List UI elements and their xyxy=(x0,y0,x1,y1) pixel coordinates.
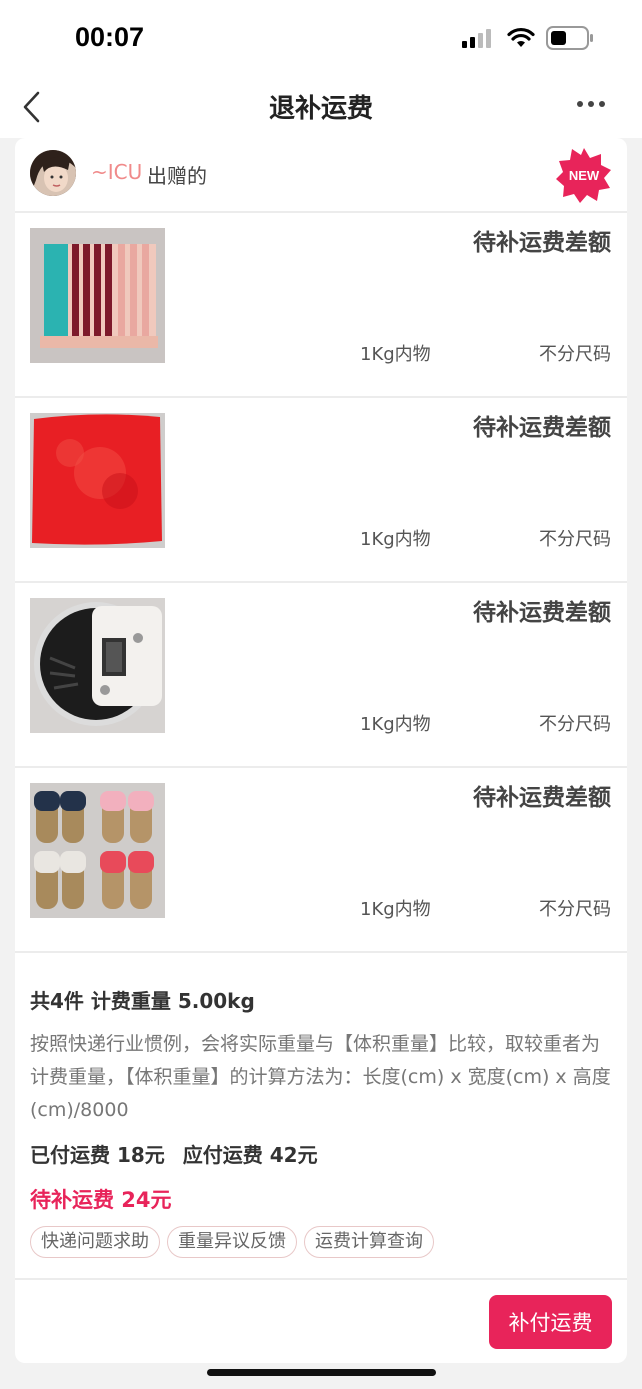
new-badge-label: NEW xyxy=(569,168,600,183)
more-icon[interactable] xyxy=(576,98,606,110)
seller-suffix: 出赠的 xyxy=(147,164,207,188)
status-time: 00:07 xyxy=(75,22,145,52)
signal-icon xyxy=(462,29,491,48)
list-item[interactable]: 待补运费差额 1Kg内物 不分尺码 xyxy=(15,768,627,953)
avatar[interactable] xyxy=(30,150,76,196)
fee-summary: 共4件 计费重量 5.00kg 按照快递行业惯例，会将实际重量与【体积重量】比较… xyxy=(30,983,612,1214)
nav-bar: 退补运费 xyxy=(0,76,642,138)
page-title: 退补运费 xyxy=(268,94,373,124)
item-weight: 1Kg内物 xyxy=(360,529,431,550)
chip-fee-calculator[interactable]: 运费计算查询 xyxy=(304,1226,434,1258)
chip-courier-help[interactable]: 快递问题求助 xyxy=(30,1226,160,1258)
paid-fee: 已付运费 18元 xyxy=(30,1143,165,1167)
help-chips: 快递问题求助 重量异议反馈 运费计算查询 xyxy=(30,1226,441,1258)
pending-fee: 待补运费 24元 xyxy=(30,1188,172,1212)
item-size: 不分尺码 xyxy=(539,529,611,550)
due-fee: 应付运费 42元 xyxy=(182,1143,318,1167)
item-image-rug[interactable] xyxy=(30,228,165,363)
count-weight: 共4件 计费重量 5.00kg xyxy=(30,989,255,1013)
item-status: 待补运费差额 xyxy=(473,600,611,626)
item-weight: 1Kg内物 xyxy=(360,899,431,920)
home-indicator[interactable] xyxy=(207,1369,436,1376)
divider xyxy=(15,1278,627,1280)
weight-explanation: 按照快递行业惯例，会将实际重量与【体积重量】比较，取较重者为计费重量，【体积重量… xyxy=(30,1033,611,1121)
item-image-cushion[interactable] xyxy=(30,413,165,548)
chip-weight-dispute[interactable]: 重量异议反馈 xyxy=(167,1226,297,1258)
pay-shipping-button[interactable]: 补付运费 xyxy=(489,1295,612,1349)
item-status: 待补运费差额 xyxy=(473,230,611,256)
list-item[interactable]: 待补运费差额 1Kg内物 不分尺码 xyxy=(15,398,627,583)
status-bar: 00:07 xyxy=(0,0,642,76)
list-item[interactable]: 待补运费差额 1Kg内物 不分尺码 xyxy=(15,583,627,768)
item-image-slippers[interactable] xyxy=(30,783,165,918)
item-status: 待补运费差额 xyxy=(473,415,611,441)
item-weight: 1Kg内物 xyxy=(360,714,431,735)
battery-icon xyxy=(546,26,593,50)
seller-row[interactable]: ~ICU 出赠的 NEW xyxy=(15,138,627,213)
item-size: 不分尺码 xyxy=(539,714,611,735)
new-badge: NEW xyxy=(556,148,611,203)
wifi-icon xyxy=(507,27,535,47)
item-size: 不分尺码 xyxy=(539,899,611,920)
list-item[interactable]: 待补运费差额 1Kg内物 不分尺码 xyxy=(15,213,627,398)
item-size: 不分尺码 xyxy=(539,344,611,365)
item-status: 待补运费差额 xyxy=(473,785,611,811)
fee-line: 已付运费 18元 应付运费 42元 xyxy=(30,1139,612,1168)
seller-name[interactable]: ~ICU xyxy=(91,160,142,184)
order-card: ~ICU 出赠的 NEW 待补运费差额 1Kg内物 不分尺码 待补运费差额 1K… xyxy=(15,138,627,1363)
item-weight: 1Kg内物 xyxy=(360,344,431,365)
item-image-appliance[interactable] xyxy=(30,598,165,733)
